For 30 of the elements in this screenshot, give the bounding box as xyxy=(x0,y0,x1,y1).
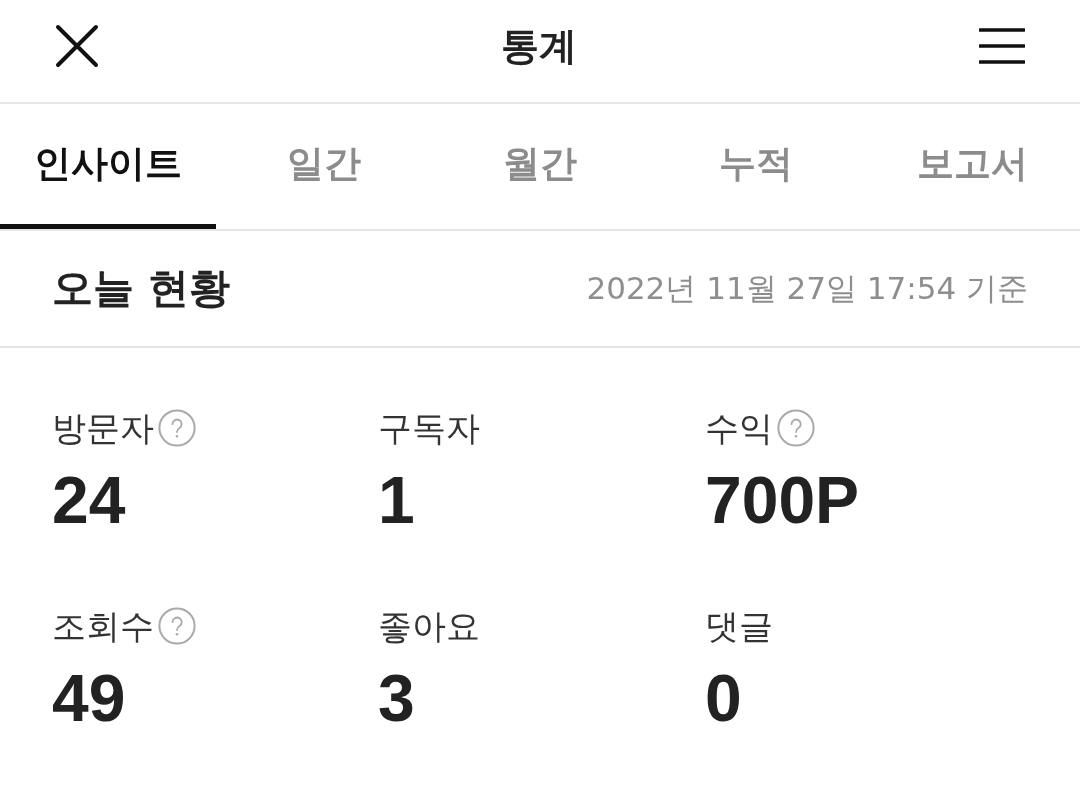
timestamp: 2022년 11월 27일 17:54 기준 xyxy=(586,268,1028,308)
stat-label: 구독자 xyxy=(378,407,480,450)
stat-value: 3 xyxy=(378,660,415,736)
stat-value: 1 xyxy=(378,462,415,538)
help-button[interactable] xyxy=(777,409,815,447)
help-icon xyxy=(777,409,815,447)
stat-label: 수익 xyxy=(705,407,773,450)
stat-label: 방문자 xyxy=(52,407,154,450)
stat-value: 49 xyxy=(52,660,126,736)
help-button[interactable] xyxy=(158,607,196,645)
stat-value: 700P xyxy=(705,462,860,538)
stat-label: 댓글 xyxy=(705,605,773,648)
stat-value: 24 xyxy=(52,462,126,538)
tab[interactable]: 인사이트 xyxy=(0,104,216,229)
help-button[interactable] xyxy=(158,409,196,447)
section-title: 오늘 현황 xyxy=(52,263,231,314)
stat-value: 0 xyxy=(705,660,742,736)
tab[interactable]: 누적 xyxy=(648,104,864,229)
close-icon xyxy=(55,24,99,68)
help-icon xyxy=(158,607,196,645)
close-button[interactable] xyxy=(55,24,99,68)
page-title: 통계 xyxy=(501,22,577,70)
tab[interactable]: 일간 xyxy=(216,104,432,229)
stat-label: 좋아요 xyxy=(378,605,480,648)
tab[interactable]: 보고서 xyxy=(864,104,1080,229)
menu-icon xyxy=(979,28,1025,64)
menu-button[interactable] xyxy=(979,28,1025,64)
stat-label: 조회수 xyxy=(52,605,154,648)
tab[interactable]: 월간 xyxy=(432,104,648,229)
help-icon xyxy=(158,409,196,447)
